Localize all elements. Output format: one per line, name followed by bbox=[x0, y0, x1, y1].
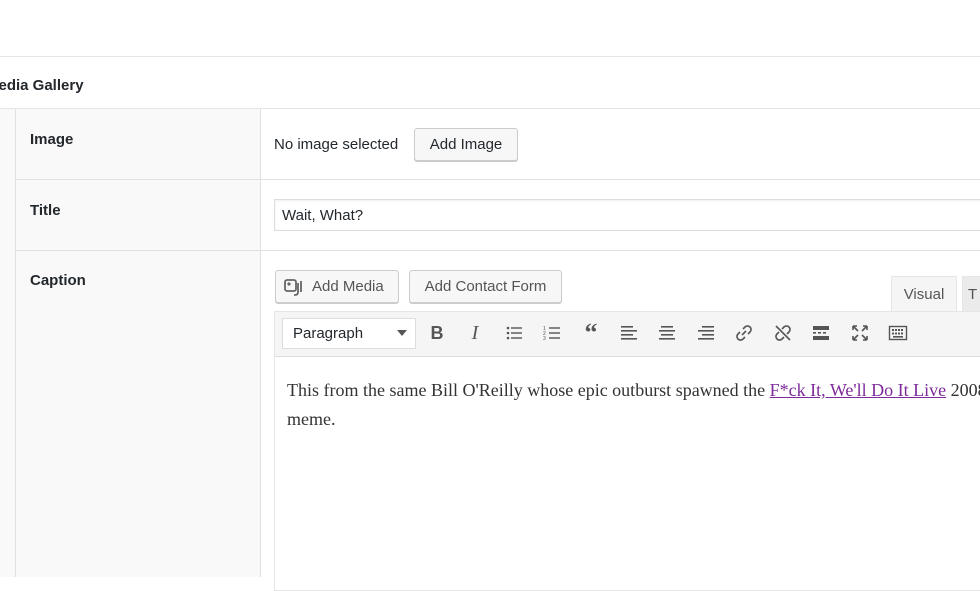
add-image-button[interactable]: Add Image bbox=[414, 128, 518, 161]
content-text: This from the same Bill O'Reilly whose e… bbox=[287, 380, 770, 400]
tab-visual[interactable]: Visual bbox=[891, 276, 957, 311]
tab-text[interactable]: T bbox=[962, 276, 980, 311]
align-right-icon[interactable] bbox=[695, 322, 717, 344]
insert-link-icon[interactable] bbox=[733, 322, 755, 344]
read-more-icon[interactable] bbox=[810, 322, 832, 344]
add-media-label: Add Media bbox=[312, 278, 384, 295]
title-label: Title bbox=[30, 202, 61, 219]
svg-text:3: 3 bbox=[543, 336, 546, 342]
numbered-list-icon[interactable]: 123 bbox=[541, 322, 563, 344]
align-left-icon[interactable] bbox=[618, 322, 640, 344]
left-gutter bbox=[0, 109, 16, 577]
caption-label: Caption bbox=[30, 272, 86, 289]
section-header: Media Gallery bbox=[0, 57, 980, 109]
fullscreen-icon[interactable] bbox=[849, 322, 871, 344]
bulleted-list-icon[interactable] bbox=[503, 322, 525, 344]
format-select-value: Paragraph bbox=[293, 325, 364, 342]
content-link[interactable]: F*ck It, We'll Do It Live bbox=[770, 380, 946, 400]
add-contact-form-button[interactable]: Add Contact Form bbox=[409, 270, 562, 303]
section-title: Media Gallery bbox=[0, 77, 84, 94]
format-select[interactable]: Paragraph bbox=[282, 318, 416, 349]
add-media-button[interactable]: Add Media bbox=[275, 270, 399, 303]
editor-content[interactable]: This from the same Bill O'Reilly whose e… bbox=[287, 376, 980, 434]
no-image-status: No image selected bbox=[274, 136, 399, 153]
toolbar-toggle-icon[interactable] bbox=[887, 322, 909, 344]
chevron-down-icon bbox=[397, 330, 407, 336]
top-bar bbox=[0, 0, 980, 57]
image-label: Image bbox=[30, 131, 74, 148]
blockquote-icon[interactable]: “ bbox=[580, 318, 602, 347]
title-input[interactable] bbox=[274, 199, 980, 231]
align-center-icon[interactable] bbox=[656, 322, 678, 344]
remove-link-icon[interactable] bbox=[772, 322, 794, 344]
bold-icon[interactable]: B bbox=[426, 322, 448, 344]
italic-icon[interactable]: I bbox=[464, 322, 486, 344]
add-media-icon bbox=[284, 278, 302, 296]
